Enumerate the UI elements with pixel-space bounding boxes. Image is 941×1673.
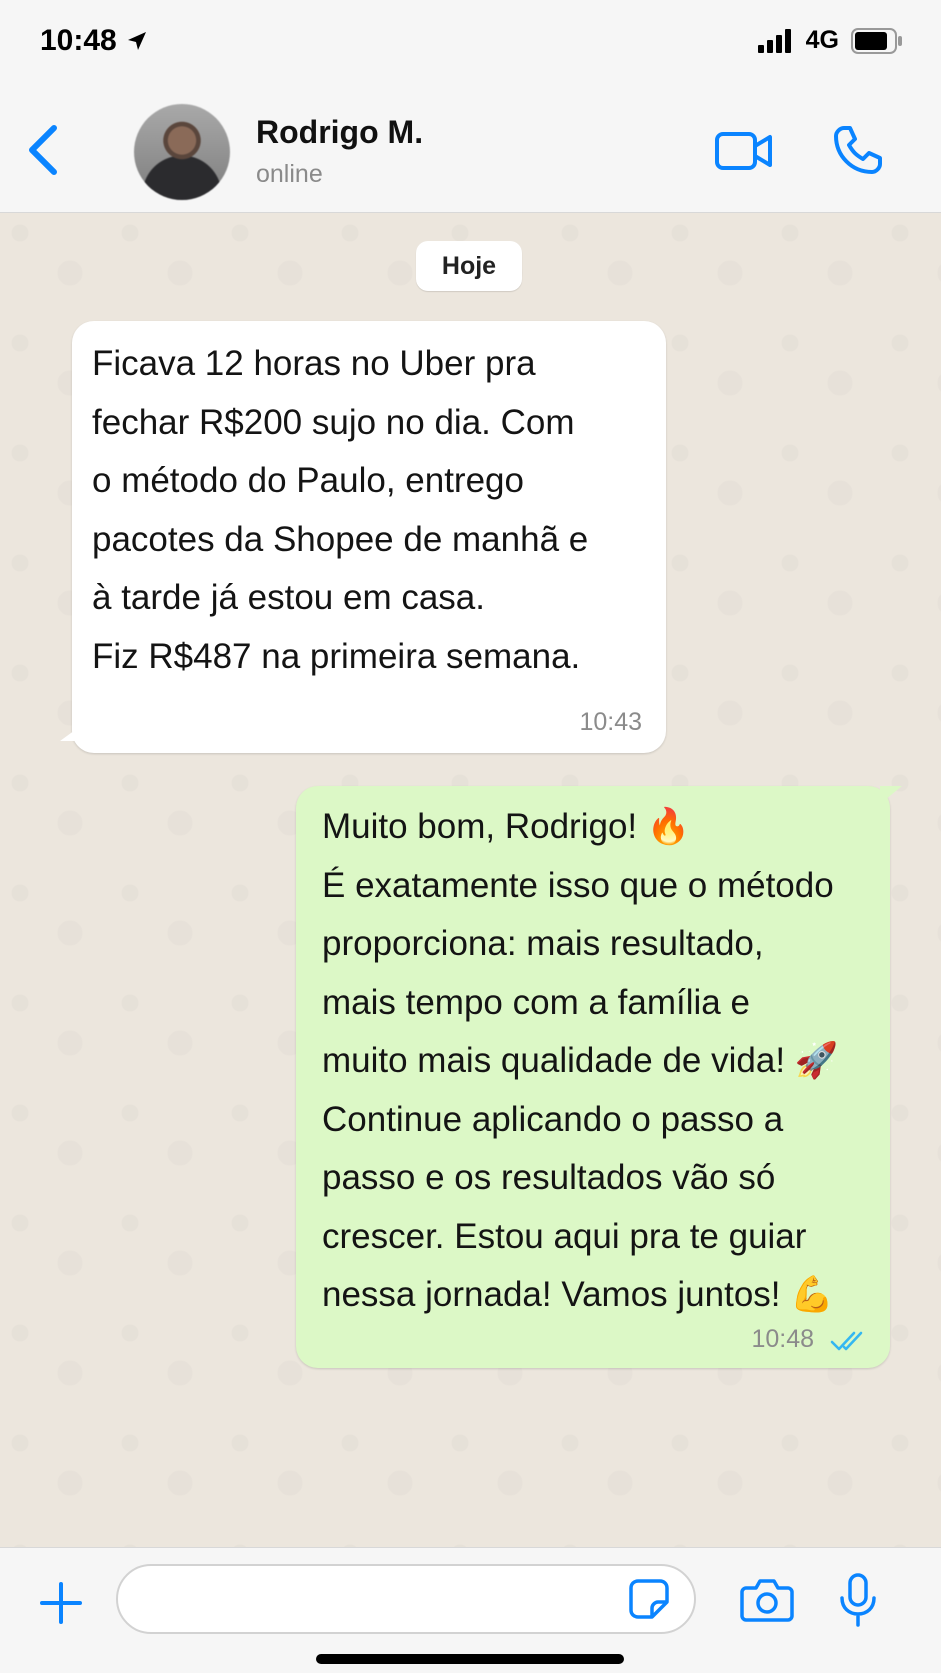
video-call-icon[interactable]	[714, 128, 774, 174]
date-chip: Hoje	[416, 241, 522, 291]
contact-avatar[interactable]	[134, 104, 230, 200]
message-time: 10:43	[579, 708, 642, 736]
signal-icon	[757, 28, 791, 53]
message-text: Muito bom, Rodrigo! 🔥 É exatamente isso …	[322, 807, 839, 1314]
battery-icon	[851, 27, 902, 54]
bubble-tail	[60, 725, 82, 741]
incoming-message-bubble[interactable]: Ficava 12 horas no Uber pra fechar R$200…	[60, 321, 666, 753]
message-time: 10:48	[751, 1325, 814, 1353]
outgoing-message-bubble[interactable]: Muito bom, Rodrigo! 🔥 É exatamente isso …	[296, 786, 902, 1368]
contact-name[interactable]: Rodrigo M.	[256, 114, 423, 151]
back-chevron-icon[interactable]	[22, 120, 62, 180]
location-arrow-icon	[127, 32, 146, 50]
status-indicators: 4G	[757, 26, 903, 55]
sticker-icon[interactable]	[628, 1578, 670, 1620]
camera-icon[interactable]	[740, 1576, 794, 1622]
status-time-label: 10:48	[40, 24, 117, 57]
bubble-tail	[880, 786, 902, 804]
message-input[interactable]	[116, 1564, 696, 1634]
status-bar: 10:48 4G	[0, 0, 941, 90]
input-bar	[0, 1547, 941, 1673]
chat-area[interactable]: Hoje Ficava 12 horas no Uber pra fechar …	[0, 213, 941, 1547]
plus-icon[interactable]	[38, 1580, 84, 1626]
message-text: Ficava 12 horas no Uber pra fechar R$200…	[92, 344, 589, 676]
network-type: 4G	[805, 26, 839, 54]
microphone-icon[interactable]	[838, 1572, 878, 1628]
status-time: 10:48	[40, 24, 149, 58]
contact-status: online	[256, 160, 323, 188]
voice-call-icon[interactable]	[832, 124, 884, 176]
read-ticks-icon	[830, 1331, 863, 1351]
chat-header: Rodrigo M. online	[0, 90, 941, 213]
home-indicator	[316, 1654, 624, 1664]
